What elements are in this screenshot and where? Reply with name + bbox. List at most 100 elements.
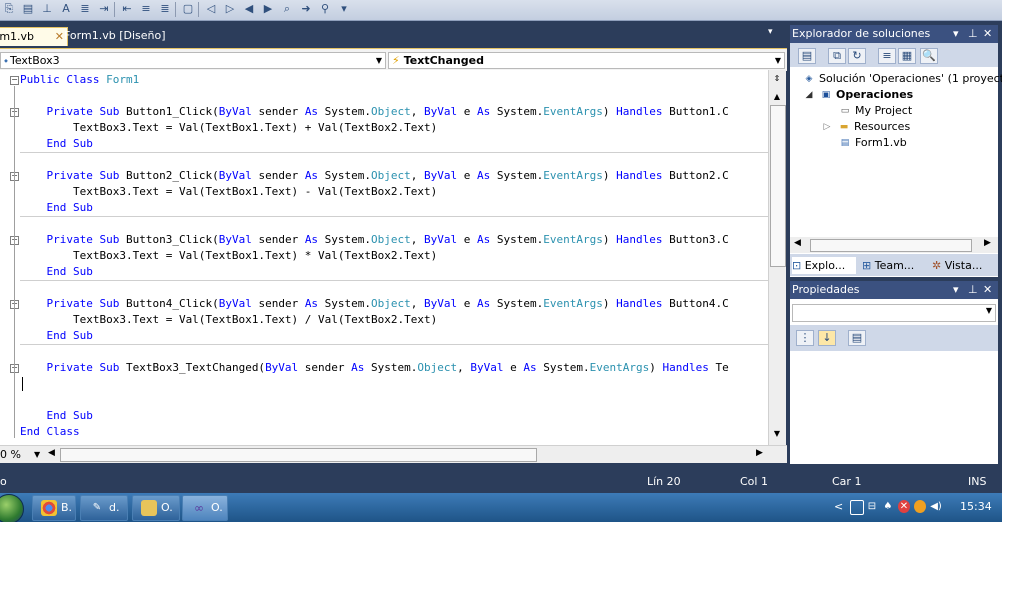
code-line[interactable]: End Sub [20, 264, 93, 280]
scroll-thumb[interactable] [770, 105, 786, 267]
event-combo[interactable]: ⚡ TextChanged ▼ [388, 52, 785, 69]
uncomment-icon[interactable]: ≣ [158, 2, 172, 15]
comment-icon[interactable]: ≡ [139, 2, 153, 15]
properties-object-combo[interactable]: ▼ [792, 304, 996, 322]
close-icon[interactable]: ✕ [983, 281, 992, 299]
font-icon[interactable]: A [59, 2, 73, 15]
code-token: EventArgs [589, 361, 650, 374]
chevron-down-icon[interactable]: ▼ [986, 306, 992, 315]
collapse-icon[interactable]: − [10, 76, 19, 85]
security-icon[interactable]: ✕ [898, 500, 910, 513]
chevron-down-icon[interactable]: ▾ [768, 27, 773, 37]
code-line[interactable]: Private Sub Button1_Click(ByVal sender A… [20, 104, 729, 120]
properties-icon[interactable]: ▤ [21, 2, 35, 15]
split-handle-icon[interactable]: ⇕ [770, 72, 784, 86]
properties-icon[interactable]: ▤ [798, 48, 816, 64]
scroll-left-icon[interactable]: ◀ [794, 238, 801, 248]
align-icon[interactable]: ≣ [78, 2, 92, 15]
scroll-left-icon[interactable]: ◀ [48, 448, 55, 458]
update-icon[interactable] [914, 500, 926, 513]
class-view-icon[interactable]: ⎘ [2, 2, 16, 15]
code-line[interactable]: End Sub [20, 200, 93, 216]
hscroll-thumb[interactable] [60, 448, 537, 462]
code-line[interactable]: End Sub [20, 328, 93, 344]
chevron-down-icon[interactable]: ▾ [953, 281, 959, 299]
next-bookmark-icon[interactable]: ▷ [223, 2, 237, 15]
bookmark-icon[interactable]: ▢ [181, 2, 195, 15]
code-line[interactable]: Private Sub TextBox3_TextChanged(ByVal s… [20, 360, 729, 376]
code-line[interactable]: TextBox3.Text = Val(TextBox1.Text) * Val… [20, 248, 437, 264]
view-code-icon[interactable]: ≡ [878, 48, 896, 64]
taskbar-item-visual-studio[interactable]: ∞ O. [182, 495, 228, 521]
tree-item-my-project[interactable]: ▭ My Project [838, 104, 912, 117]
code-line[interactable]: End Sub [20, 408, 93, 424]
chevron-down-icon[interactable]: ▼ [34, 446, 40, 463]
alphabetical-icon[interactable]: ↓ [818, 330, 836, 346]
tree-item-resources[interactable]: ▷ ▬ Resources [820, 120, 911, 133]
code-line[interactable]: TextBox3.Text = Val(TextBox1.Text) / Val… [20, 312, 437, 328]
chevron-down-icon[interactable]: ▾ [953, 25, 959, 43]
tab-form1-vb[interactable]: rm1.vb ✕ [0, 27, 68, 46]
pin-icon[interactable]: ⊥ [968, 25, 978, 43]
network-icon[interactable]: ⊟ [866, 500, 878, 513]
go-icon[interactable]: ➜ [299, 2, 313, 15]
code-editor[interactable]: −−−−−− Public Class Form1 Private Sub Bu… [0, 70, 768, 445]
tree-item-form1[interactable]: ▤ Form1.vb [838, 136, 907, 149]
chevron-down-icon[interactable]: ▼ [376, 53, 382, 68]
find-icon[interactable]: ⌕ [280, 2, 294, 15]
code-line[interactable]: TextBox3.Text = Val(TextBox1.Text) + Val… [20, 120, 437, 136]
scroll-right-icon[interactable]: ▶ [756, 448, 763, 458]
code-line[interactable]: Private Sub Button4_Click(ByVal sender A… [20, 296, 729, 312]
refresh-icon[interactable]: ↻ [848, 48, 866, 64]
outdent-icon[interactable]: ⇤ [120, 2, 134, 15]
solution-hscrollbar[interactable]: ◀ ▶ [790, 237, 998, 253]
code-line[interactable]: Public Class Form1 [20, 72, 139, 88]
categorized-icon[interactable]: ⋮ [796, 330, 814, 346]
start-button[interactable] [0, 494, 24, 522]
chevron-down-icon[interactable]: ▼ [775, 53, 781, 68]
tab-class-view[interactable]: ✲ Vista... [932, 257, 982, 274]
tab-solution-explorer[interactable]: ⊡ Explo... [792, 257, 856, 274]
prev-bookmark-icon[interactable]: ◁ [204, 2, 218, 15]
devices-icon[interactable]: ♠ [882, 500, 894, 513]
object-combo[interactable]: ⬩ TextBox3 ▼ [0, 52, 386, 69]
scroll-down-icon[interactable]: ▼ [770, 427, 784, 441]
taskbar-item-paint[interactable]: ✎ d. [80, 495, 128, 521]
scroll-right-icon[interactable]: ▶ [984, 238, 991, 248]
view-designer-icon[interactable]: ▦ [898, 48, 916, 64]
tree-solution[interactable]: ◈ Solución 'Operaciones' (1 proyecto) [802, 72, 1002, 85]
scroll-thumb[interactable] [810, 239, 972, 252]
search-icon[interactable]: ⚲ [318, 2, 332, 15]
toolbar-overflow-icon[interactable]: ▾ [337, 2, 351, 15]
code-line[interactable]: Private Sub Button2_Click(ByVal sender A… [20, 168, 729, 184]
property-pages-icon[interactable]: ▤ [848, 330, 866, 346]
tab-form1-design[interactable]: Form1.vb [Diseño] [60, 27, 170, 45]
battery-icon[interactable] [850, 500, 864, 515]
horizontal-scrollbar[interactable]: 0 % ▼ ◀ ▶ [0, 445, 787, 463]
collapse-icon[interactable]: ◢ [802, 89, 816, 101]
pin-icon[interactable]: ⊥ [968, 281, 978, 299]
indent-icon[interactable]: ⇥ [97, 2, 111, 15]
show-hidden-icons[interactable]: < [834, 495, 843, 519]
class-diagram-icon[interactable]: 🔍 [920, 48, 938, 64]
zoom-combo[interactable]: 0 % ▼ [0, 446, 44, 463]
close-icon[interactable]: ✕ [983, 25, 992, 43]
scroll-up-icon[interactable]: ▲ [770, 90, 784, 104]
vertical-scrollbar[interactable]: ⇕ ▲ ▼ [768, 70, 786, 445]
code-line[interactable]: Private Sub Button3_Click(ByVal sender A… [20, 232, 729, 248]
clock[interactable]: 15:34 [960, 495, 992, 519]
taskbar-item-browser[interactable]: B. [32, 495, 76, 521]
code-line[interactable]: TextBox3.Text = Val(TextBox1.Text) - Val… [20, 184, 437, 200]
code-line[interactable]: End Sub [20, 136, 93, 152]
tree-project[interactable]: ◢ ▣ Operaciones [802, 88, 914, 101]
volume-icon[interactable]: ◀) [930, 500, 942, 513]
pin-icon[interactable]: ⊥ [40, 2, 54, 15]
code-line[interactable]: End Class [20, 424, 80, 440]
expand-icon[interactable]: ▷ [820, 121, 834, 133]
show-all-files-icon[interactable]: ⧉ [828, 48, 846, 64]
next-folder-bookmark-icon[interactable]: ▶ [261, 2, 275, 15]
prev-folder-bookmark-icon[interactable]: ◀ [242, 2, 256, 15]
tab-team-explorer[interactable]: ⊞ Team... [862, 257, 914, 274]
code-token: System. [318, 233, 372, 246]
taskbar-item-folder[interactable]: O. [132, 495, 180, 521]
